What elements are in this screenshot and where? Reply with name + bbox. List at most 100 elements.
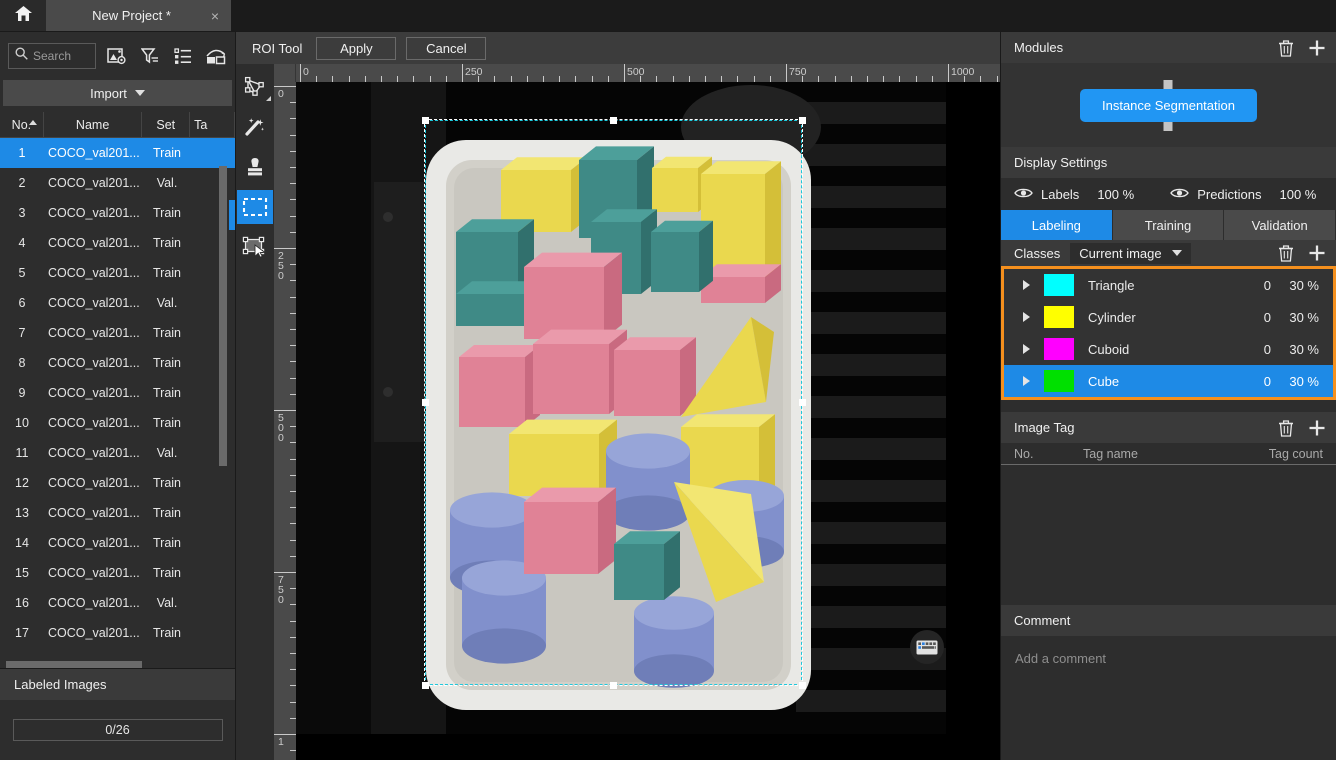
table-row[interactable]: 17 COCO_val201... Train xyxy=(0,618,235,648)
roi-resize-handle[interactable] xyxy=(421,116,429,124)
compare-view-icon[interactable] xyxy=(204,44,227,68)
labeled-progress-bar[interactable]: 0/26 xyxy=(12,719,223,741)
cancel-button[interactable]: Cancel xyxy=(406,36,487,60)
table-row[interactable]: 11 COCO_val201... Val. xyxy=(0,438,235,468)
module-input-port[interactable] xyxy=(1163,79,1173,89)
module-node-instance-segmentation[interactable]: Instance Segmentation xyxy=(1080,79,1257,131)
table-row[interactable]: 13 COCO_val201... Train xyxy=(0,498,235,528)
import-button[interactable]: Import xyxy=(3,80,232,106)
keyboard-shortcuts-button[interactable] xyxy=(910,630,944,664)
magic-wand-tool[interactable] xyxy=(237,110,273,144)
apply-button[interactable]: Apply xyxy=(316,36,397,60)
table-row[interactable]: 15 COCO_val201... Train xyxy=(0,558,235,588)
comment-input-placeholder[interactable]: Add a comment xyxy=(1015,651,1106,666)
class-color-swatch[interactable] xyxy=(1044,370,1074,392)
file-list-scrollbar-thumb[interactable] xyxy=(219,166,227,466)
plus-icon[interactable] xyxy=(1308,419,1326,437)
vertical-ruler[interactable]: 0 250 500 750 1 xyxy=(274,82,296,760)
table-row[interactable]: 5 COCO_val201... Train xyxy=(0,258,235,288)
predictions-visibility-group[interactable]: Predictions 100 % xyxy=(1170,187,1316,202)
comment-body[interactable]: Add a comment xyxy=(1001,636,1336,760)
class-row-cuboid[interactable]: Cuboid 0 30 % xyxy=(1004,333,1333,365)
class-threshold[interactable]: 30 % xyxy=(1271,278,1333,293)
class-threshold[interactable]: 30 % xyxy=(1271,374,1333,389)
class-row-triangle[interactable]: Triangle 0 30 % xyxy=(1004,269,1333,301)
module-output-port[interactable] xyxy=(1163,121,1173,131)
table-row[interactable]: 10 COCO_val201... Train xyxy=(0,408,235,438)
table-row[interactable]: 8 COCO_val201... Train xyxy=(0,348,235,378)
roi-resize-handle[interactable] xyxy=(610,681,617,689)
filter-icon[interactable] xyxy=(139,44,162,68)
horizontal-ruler[interactable]: 0 250 500 750 1000 xyxy=(296,64,1000,82)
expand-triangle-icon[interactable] xyxy=(1023,312,1030,322)
class-color-swatch[interactable] xyxy=(1044,274,1074,296)
display-settings-title: Display Settings xyxy=(1014,155,1108,170)
roi-selection-box[interactable] xyxy=(424,119,803,686)
modules-graph-area[interactable]: Instance Segmentation xyxy=(1001,63,1336,147)
classes-scope-dropdown[interactable]: Current image xyxy=(1070,242,1191,264)
table-row[interactable]: 16 COCO_val201... Val. xyxy=(0,588,235,618)
polygon-tool[interactable] xyxy=(237,70,273,104)
table-row[interactable]: 7 COCO_val201... Train xyxy=(0,318,235,348)
sort-ascending-icon xyxy=(28,120,37,125)
expand-triangle-icon[interactable] xyxy=(1023,280,1030,290)
stamp-tool[interactable] xyxy=(237,150,273,184)
roi-resize-handle[interactable] xyxy=(798,399,806,406)
transform-tool[interactable] xyxy=(237,230,273,264)
file-table-body[interactable]: 1 COCO_val201... Train 2 COCO_val201... Val. 3… xyxy=(0,138,235,661)
roi-resize-handle[interactable] xyxy=(421,399,429,406)
table-row[interactable]: 9 COCO_val201... Train xyxy=(0,378,235,408)
tab-training[interactable]: Training xyxy=(1112,210,1225,240)
trash-icon[interactable] xyxy=(1278,244,1294,262)
left-panel: Search Import No. Name Set Ta 1 COCO_val… xyxy=(0,32,236,760)
image-tag-header-actions xyxy=(1278,419,1326,437)
home-button[interactable] xyxy=(0,0,46,31)
eye-icon[interactable] xyxy=(1014,187,1033,202)
column-header-no[interactable]: No. xyxy=(0,112,44,137)
plus-icon[interactable] xyxy=(1308,244,1326,262)
predictions-opacity-value[interactable]: 100 % xyxy=(1280,187,1317,202)
class-color-swatch[interactable] xyxy=(1044,338,1074,360)
expand-triangle-icon[interactable] xyxy=(1023,376,1030,386)
table-row[interactable]: 14 COCO_val201... Train xyxy=(0,528,235,558)
class-row-cylinder[interactable]: Cylinder 0 30 % xyxy=(1004,301,1333,333)
class-threshold[interactable]: 30 % xyxy=(1271,342,1333,357)
tab-validation[interactable]: Validation xyxy=(1224,210,1336,240)
table-row[interactable]: 12 COCO_val201... Train xyxy=(0,468,235,498)
eye-icon[interactable] xyxy=(1170,187,1190,202)
tool-expand-arrow-icon[interactable] xyxy=(266,96,271,101)
labels-opacity-value[interactable]: 100 % xyxy=(1097,187,1134,202)
search-input[interactable]: Search xyxy=(8,43,96,69)
plus-icon[interactable] xyxy=(1308,39,1326,57)
tab-labeling[interactable]: Labeling xyxy=(1001,210,1113,240)
project-tab[interactable]: New Project * × xyxy=(46,0,231,31)
file-list-horizontal-scrollbar[interactable] xyxy=(2,661,233,668)
rectangle-select-tool[interactable] xyxy=(237,190,273,224)
image-settings-icon[interactable] xyxy=(106,44,129,68)
column-header-set[interactable]: Set xyxy=(142,112,191,137)
table-row[interactable]: 6 COCO_val201... Val. xyxy=(0,288,235,318)
class-threshold[interactable]: 30 % xyxy=(1271,310,1333,325)
roi-resize-handle[interactable] xyxy=(610,116,617,124)
roi-resize-handle[interactable] xyxy=(421,681,429,689)
table-row[interactable]: 4 COCO_val201... Train xyxy=(0,228,235,258)
column-header-name[interactable]: Name xyxy=(44,112,143,137)
labels-visibility-group[interactable]: Labels 100 % xyxy=(1014,187,1134,202)
image-tag-table-body[interactable] xyxy=(1001,465,1336,605)
close-icon[interactable]: × xyxy=(211,9,219,23)
table-row[interactable]: 1 COCO_val201... Train xyxy=(0,138,235,168)
column-header-tag[interactable]: Ta xyxy=(190,112,235,137)
table-row[interactable]: 3 COCO_val201... Train xyxy=(0,198,235,228)
image-canvas[interactable] xyxy=(296,82,1000,760)
class-row-cube[interactable]: Cube 0 30 % xyxy=(1004,365,1333,397)
expand-triangle-icon[interactable] xyxy=(1023,344,1030,354)
trash-icon[interactable] xyxy=(1278,419,1294,437)
table-row[interactable]: 2 COCO_val201... Val. xyxy=(0,168,235,198)
import-label: Import xyxy=(90,85,127,101)
class-color-swatch[interactable] xyxy=(1044,306,1074,328)
roi-resize-handle[interactable] xyxy=(798,116,806,124)
roi-resize-handle[interactable] xyxy=(798,681,806,689)
file-list-hscroll-thumb[interactable] xyxy=(6,661,142,668)
trash-icon[interactable] xyxy=(1278,39,1294,57)
list-view-icon[interactable] xyxy=(172,44,195,68)
